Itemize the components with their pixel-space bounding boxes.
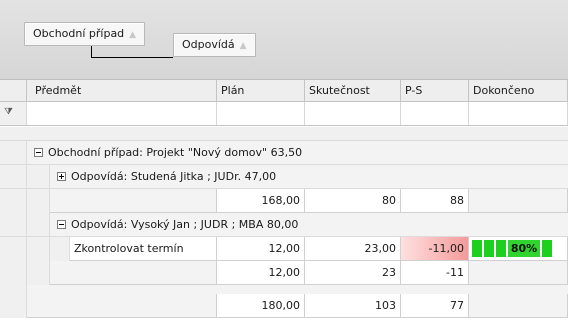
summary-cell-plan: 168,00 <box>217 189 305 213</box>
expand-icon[interactable] <box>57 171 66 181</box>
column-header-actual[interactable]: Skutečnost <box>305 80 401 102</box>
row-indicator <box>0 213 27 236</box>
sort-ascending-icon: ▲ <box>129 30 137 40</box>
cell-done[interactable]: 80% <box>469 237 568 261</box>
group-row-business-case[interactable]: Obchodní případ: Projekt "Nový domov" 63… <box>0 141 568 165</box>
collapse-icon[interactable] <box>57 219 66 229</box>
filter-cell-plan[interactable] <box>217 102 305 125</box>
summary-row-owner-studena: 168,00 80 88 <box>0 189 568 213</box>
row-indicator <box>0 141 27 164</box>
row-indicator <box>0 285 27 294</box>
table-row[interactable]: Zkontrolovat termín 12,00 23,00 -11,00 8… <box>0 237 568 261</box>
row-indicator <box>0 237 27 261</box>
group-by-panel: Obchodní případ ▲ Odpovídá ▲ <box>0 0 568 80</box>
summary-cell-actual: 23 <box>305 261 401 285</box>
cell-actual[interactable]: 23,00 <box>305 237 401 261</box>
group-connector-line <box>91 46 173 58</box>
indent-cell <box>27 213 50 236</box>
indent-cell <box>27 261 50 285</box>
summary-cell-actual: 80 <box>305 189 401 213</box>
column-header-diff[interactable]: P-S <box>401 80 469 102</box>
row-indicator <box>0 294 27 318</box>
group-row-content: Obchodní případ: Projekt "Nový domov" 63… <box>34 141 302 164</box>
progress-segment <box>542 240 552 257</box>
indent-cell <box>50 237 70 261</box>
column-header-row: Předmět Plán Skutečnost P-S Dokončeno <box>0 80 568 102</box>
group-footer-spacer <box>0 285 568 294</box>
summary-cell-subject <box>27 294 217 318</box>
summary-cell-done <box>469 261 568 285</box>
filter-row: ⧩ <box>0 102 568 126</box>
filter-cell-subject[interactable] <box>27 102 217 125</box>
summary-cell-subject <box>50 189 217 213</box>
progress-segment <box>472 240 482 257</box>
summary-cell-done <box>469 189 568 213</box>
row-indicator <box>0 261 27 285</box>
summary-cell-diff: 88 <box>401 189 469 213</box>
filter-indicator-cell: ⧩ <box>0 102 27 125</box>
group-label: Odpovídá: Vysoký Jan ; JUDR ; MBA 80,00 <box>71 218 299 231</box>
progress-bar: 80% <box>472 240 563 257</box>
cell-subject[interactable]: Zkontrolovat termín <box>70 237 217 261</box>
summary-cell-actual: 103 <box>305 294 401 318</box>
summary-cell-done <box>469 294 568 318</box>
group-row-content: Odpovídá: Studená Jitka ; JUDr. 47,00 <box>57 165 276 188</box>
cell-plan[interactable]: 12,00 <box>217 237 305 261</box>
group-label: Obchodní případ: Projekt "Nový domov" 63… <box>48 146 303 159</box>
group-chip-label: Odpovídá <box>182 38 235 51</box>
grid-spacer <box>0 127 568 141</box>
summary-row-business-case: 180,00 103 77 <box>0 294 568 318</box>
progress-segment <box>484 240 494 257</box>
summary-cell-plan: 12,00 <box>217 261 305 285</box>
header-indicator-cell <box>0 80 27 102</box>
filter-cell-done[interactable] <box>469 102 568 125</box>
collapse-icon[interactable] <box>34 147 43 157</box>
column-header-subject[interactable]: Předmět <box>27 80 217 102</box>
group-chip-owner[interactable]: Odpovídá ▲ <box>173 33 256 57</box>
summary-cell-diff: 77 <box>401 294 469 318</box>
group-row-content: Odpovídá: Vysoký Jan ; JUDR ; MBA 80,00 <box>57 213 298 236</box>
grid-bottom <box>0 318 568 331</box>
column-header-done[interactable]: Dokončeno <box>469 80 568 102</box>
group-row-owner-vysoky[interactable]: Odpovídá: Vysoký Jan ; JUDR ; MBA 80,00 <box>0 213 568 237</box>
summary-cell-plan: 180,00 <box>217 294 305 318</box>
column-header-plan[interactable]: Plán <box>217 80 305 102</box>
cell-diff[interactable]: -11,00 <box>401 237 469 261</box>
filter-cell-actual[interactable] <box>305 102 401 125</box>
group-row-owner-studena[interactable]: Odpovídá: Studená Jitka ; JUDr. 47,00 <box>0 165 568 189</box>
row-indicator <box>0 189 27 213</box>
summary-row-owner-vysoky: 12,00 23 -11 <box>0 261 568 285</box>
indent-cell <box>27 165 50 188</box>
filter-cell-diff[interactable] <box>401 102 469 125</box>
sort-ascending-icon: ▲ <box>239 41 247 51</box>
indent-cell <box>27 237 50 261</box>
progress-label: 80% <box>508 240 540 257</box>
progress-segment <box>496 240 506 257</box>
filter-icon[interactable]: ⧩ <box>4 106 13 117</box>
summary-cell-diff: -11 <box>401 261 469 285</box>
group-label: Odpovídá: Studená Jitka ; JUDr. 47,00 <box>71 170 277 183</box>
group-chip-business-case[interactable]: Obchodní případ ▲ <box>24 22 146 46</box>
summary-cell-subject <box>50 261 217 285</box>
row-indicator <box>0 165 27 188</box>
indent-cell <box>27 189 50 213</box>
group-chip-label: Obchodní případ <box>33 27 125 40</box>
